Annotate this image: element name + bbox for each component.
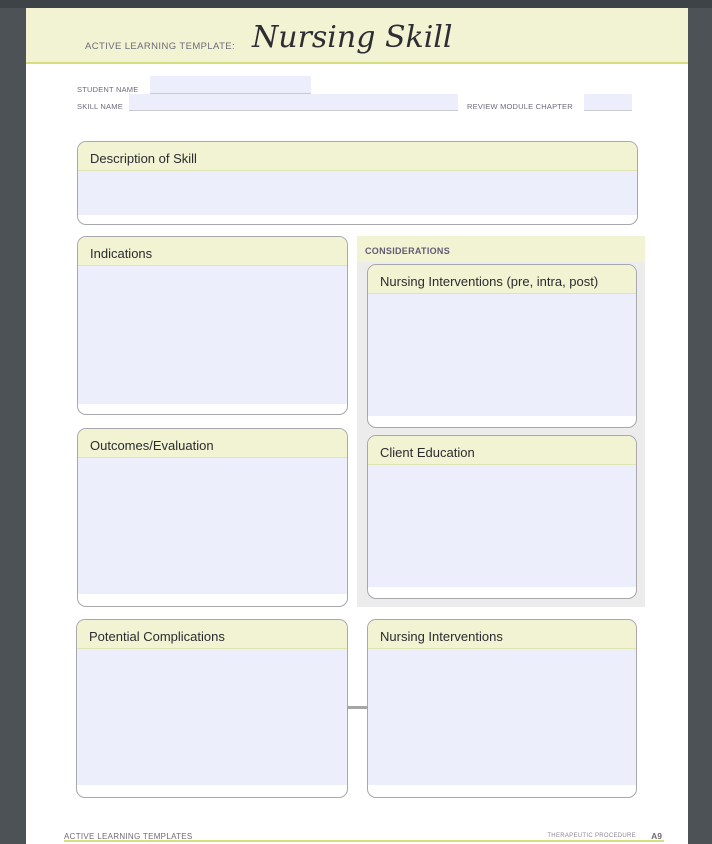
potential-complications-input[interactable] [77,649,347,785]
viewer-top-bar [0,0,712,8]
outcomes-input[interactable] [78,458,347,594]
potential-complications-section: Potential Complications [76,619,348,798]
nursing-interventions-input[interactable] [368,649,636,785]
client-education-header: Client Education [368,436,636,465]
description-title: Description of Skill [90,151,197,166]
connector-line [347,706,367,709]
footer-right-text: THERAPEUTIC PROCEDURE [547,833,636,839]
considerations-title: CONSIDERATIONS [365,246,451,256]
description-section: Description of Skill [77,141,638,225]
indications-header: Indications [78,237,347,266]
description-header: Description of Skill [78,142,637,171]
student-name-label: STUDENT NAME [77,85,139,94]
page-header: ACTIVE LEARNING TEMPLATE: Nursing Skill [26,8,688,64]
nursing-interventions-header: Nursing Interventions [368,620,636,649]
client-education-title: Client Education [380,445,475,460]
footer-rule [64,840,664,842]
description-input[interactable] [78,171,637,215]
indications-title: Indications [90,246,153,261]
skill-name-field[interactable] [129,94,458,111]
review-module-chapter-label: REVIEW MODULE CHAPTER [467,102,573,111]
potential-complications-header: Potential Complications [77,620,347,649]
student-name-field[interactable] [150,76,311,94]
skill-name-label: SKILL NAME [77,102,123,111]
nursing-interventions-phases-section: Nursing Interventions (pre, intra, post) [367,264,637,428]
outcomes-section: Outcomes/Evaluation [77,428,348,607]
nursing-interventions-phases-title: Nursing Interventions (pre, intra, post) [380,274,599,289]
template-prefix: ACTIVE LEARNING TEMPLATE: [85,41,236,52]
indications-input[interactable] [78,266,347,404]
nursing-interventions-phases-header: Nursing Interventions (pre, intra, post) [368,265,636,294]
outcomes-title: Outcomes/Evaluation [90,438,214,453]
document-page: ACTIVE LEARNING TEMPLATE: Nursing Skill … [26,8,688,844]
review-module-chapter-field[interactable] [584,94,632,111]
nursing-interventions-phases-input[interactable] [368,294,636,416]
considerations-header: CONSIDERATIONS [357,236,645,262]
indications-section: Indications [77,236,348,415]
potential-complications-title: Potential Complications [89,629,225,644]
client-education-section: Client Education [367,435,637,599]
outcomes-header: Outcomes/Evaluation [78,429,347,458]
nursing-interventions-title: Nursing Interventions [380,629,503,644]
client-education-input[interactable] [368,465,636,587]
page-title: Nursing Skill [252,20,453,55]
nursing-interventions-section: Nursing Interventions [367,619,637,798]
